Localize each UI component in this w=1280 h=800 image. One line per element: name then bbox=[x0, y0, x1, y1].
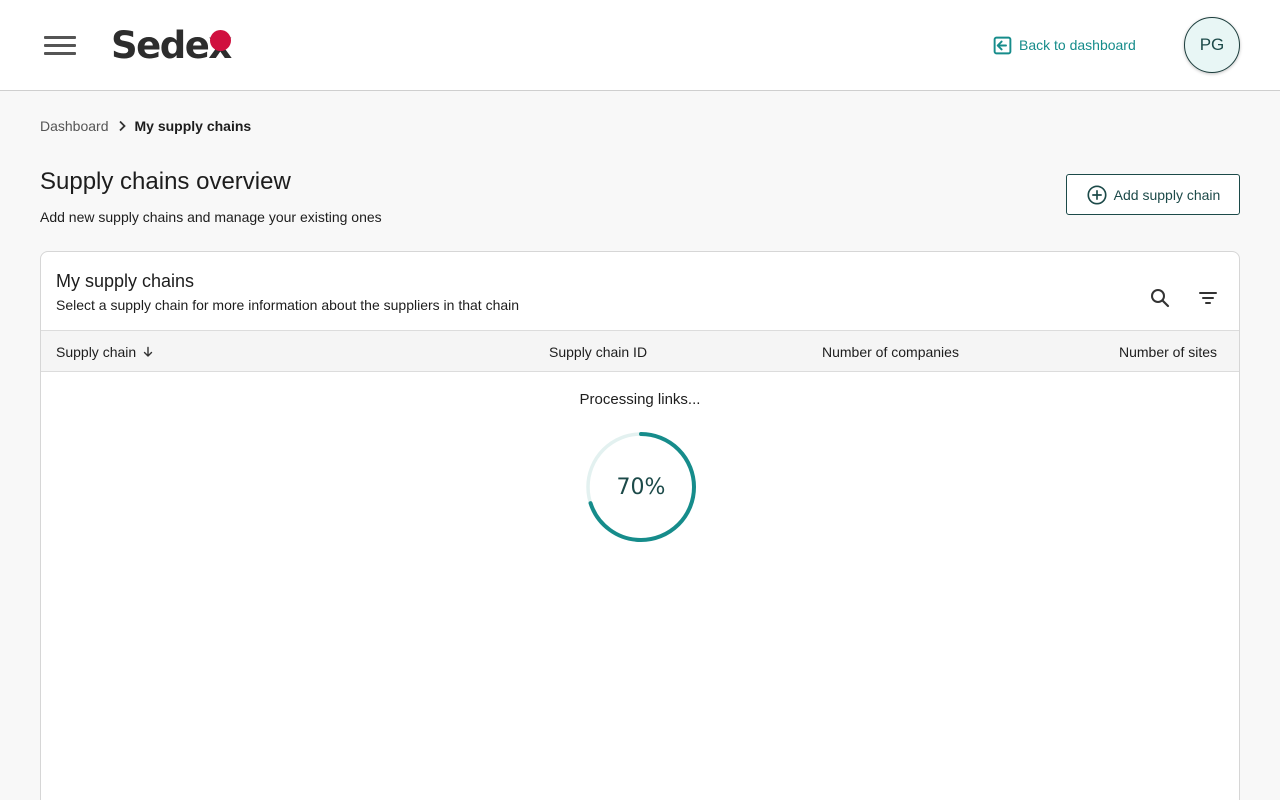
table-header: Supply chain Supply chain ID Number of c… bbox=[41, 330, 1239, 372]
menu-bar-line bbox=[44, 44, 76, 47]
chevron-right-icon bbox=[118, 120, 126, 132]
add-supply-chain-button[interactable]: Add supply chain bbox=[1066, 174, 1240, 215]
column-label: Supply chain ID bbox=[549, 344, 648, 360]
column-label: Supply chain bbox=[56, 344, 137, 360]
exit-arrow-icon bbox=[993, 36, 1012, 54]
page-subtitle: Add new supply chains and manage your ex… bbox=[40, 209, 382, 225]
breadcrumb-current-page: My supply chains bbox=[134, 118, 252, 134]
plus-circle-icon bbox=[1087, 184, 1107, 205]
filter-icon[interactable] bbox=[1196, 286, 1220, 310]
breadcrumb: Dashboard My supply chains bbox=[40, 117, 251, 135]
supply-chains-card: My supply chains Select a supply chain f… bbox=[40, 251, 1240, 800]
back-to-dashboard-label: Back to dashboard bbox=[1019, 37, 1136, 53]
column-header-supply-chain[interactable]: Supply chain bbox=[56, 343, 154, 361]
page-title: Supply chains overview bbox=[40, 168, 291, 195]
logo-dot-icon bbox=[210, 30, 231, 51]
column-header-supply-chain-id[interactable]: Supply chain ID bbox=[549, 343, 647, 361]
sort-arrow-down-icon bbox=[143, 346, 153, 357]
progress-ring: 70% bbox=[584, 430, 698, 544]
top-bar: Sedex Back to dashboard PG bbox=[0, 0, 1280, 91]
search-icon[interactable] bbox=[1148, 286, 1172, 310]
add-supply-chain-label: Add supply chain bbox=[1113, 186, 1221, 203]
column-header-number-of-sites[interactable]: Number of sites bbox=[1119, 343, 1217, 361]
column-label: Number of companies bbox=[822, 344, 959, 360]
back-to-dashboard-link[interactable]: Back to dashboard bbox=[992, 34, 1136, 56]
hamburger-menu-button[interactable] bbox=[40, 30, 80, 62]
breadcrumb-dashboard-link[interactable]: Dashboard bbox=[40, 118, 109, 134]
processing-message: Processing links... bbox=[579, 391, 701, 408]
avatar-initials: PG bbox=[1199, 35, 1225, 54]
card-subtitle: Select a supply chain for more informati… bbox=[56, 297, 520, 313]
menu-bar-line bbox=[44, 36, 76, 39]
menu-bar-line bbox=[44, 52, 76, 55]
progress-percent-label: 70% bbox=[616, 474, 666, 500]
column-header-number-of-companies[interactable]: Number of companies bbox=[822, 343, 959, 361]
user-avatar[interactable]: PG bbox=[1184, 17, 1240, 73]
card-title: My supply chains bbox=[56, 271, 195, 291]
column-label: Number of sites bbox=[1119, 344, 1218, 360]
sedex-logo[interactable]: Sedex bbox=[111, 24, 241, 68]
